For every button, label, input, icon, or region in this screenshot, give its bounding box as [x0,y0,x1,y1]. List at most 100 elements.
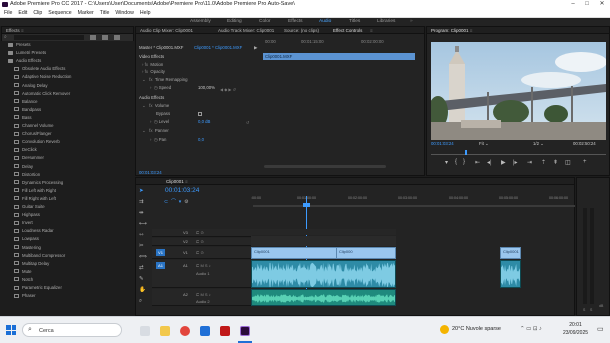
v1-source-patch[interactable]: V1 [156,249,165,256]
add-marker-icon[interactable]: ▾ [179,199,182,205]
search-icon[interactable]: ⌕ [4,35,12,40]
hand-tool-icon[interactable]: ✋ [139,287,146,293]
effects-item[interactable]: Bandpass [1,106,132,113]
accelerated-effects-icon[interactable] [90,35,96,40]
ec-clip-link[interactable]: Clip0001 * Clip0001.MXF [194,45,242,51]
add-button-icon[interactable]: + [583,159,587,165]
play-button[interactable]: ▶ [501,159,506,166]
effects-item[interactable]: Multiband Compressor [1,252,132,259]
meter-solo-right[interactable]: S [590,308,592,312]
snap-icon[interactable]: ⊂ [164,199,168,205]
program-zoom-fit[interactable]: Fit ⌄ [479,141,489,147]
track-header-a1[interactable]: A1 A1 ⊏ M S ♪ Audio 1 [152,260,252,288]
a2-audio-clip[interactable] [251,289,396,306]
extract-icon[interactable]: ⇞ [553,159,558,166]
ec-play-icon[interactable]: ▶ [254,45,257,51]
ec-clip-bar[interactable]: Clip0001.MXF [263,53,415,60]
ec-pan-value[interactable]: 0,0 [198,137,204,143]
selection-tool-icon[interactable]: ➤ [139,188,144,194]
workspace-libraries[interactable]: Libraries [377,18,395,26]
yuv-effects-icon[interactable] [114,35,120,40]
effects-item[interactable]: DeHummer [1,154,132,161]
effects-item[interactable]: Channel Volume [1,122,132,129]
track-select-tool-icon[interactable]: ⇉ [139,199,144,205]
effects-item[interactable]: Notch [1,276,132,283]
tab-program-monitor[interactable]: Program: Clip0001 ≡ [427,27,609,34]
ec-panner-row[interactable]: ⌄ fx Panner [142,128,169,134]
menu-marker[interactable]: Marker [78,9,94,18]
taskbar-search-box[interactable]: ⌕ Cerca [22,323,122,337]
notification-icon[interactable]: ▭ [597,325,604,333]
effects-item[interactable]: Guitar Suite [1,203,132,210]
zoom-tool-icon[interactable]: ⌕ [139,298,142,305]
effects-item[interactable]: Convolution Reverb [1,138,132,145]
effects-item[interactable]: Multitap Delay [1,260,132,267]
menu-help[interactable]: Help [140,9,151,18]
ec-speed-value[interactable]: 100,00% [198,85,215,91]
timeline-playhead-handle[interactable] [303,203,310,207]
ec-timecode[interactable]: 00:01:03:24 [139,170,162,176]
ec-bypass-checkbox[interactable] [198,112,202,116]
32bit-effects-icon[interactable] [102,35,108,40]
a2-mute-solo-icons[interactable]: ⊏ M S ♪ [196,292,211,297]
effects-item[interactable]: Bass [1,114,132,121]
edge-icon[interactable] [200,326,210,336]
workspace-effects[interactable]: Effects [288,18,303,26]
workspace-titles[interactable]: Titles [349,18,360,26]
a1-source-patch[interactable]: A1 [156,262,165,269]
ec-time-remap-row[interactable]: ⌄ fx Time Remapping [142,77,187,83]
effects-item[interactable]: Mute [1,268,132,275]
razor-tool-icon[interactable]: ✂ [139,243,144,249]
slip-tool-icon[interactable]: ⟺ [139,254,147,260]
step-back-icon[interactable]: ◂| [487,159,492,166]
ec-volume-row[interactable]: ⌄ fx Volume [142,103,169,109]
program-monitor-video-frame[interactable] [431,42,606,140]
track-header-a2[interactable]: A2 ⊏ M S ♪ Audio 2 [152,289,252,306]
effects-item[interactable]: Distortion [1,171,132,178]
meter-solo-left[interactable]: S [583,308,585,312]
a1-mute-solo-icons[interactable]: ⊏ M S ♪ [196,263,211,268]
effects-item[interactable]: Invert [1,219,132,226]
program-playhead[interactable] [465,150,467,155]
tab-timeline[interactable]: Clip0001 ≡ [136,178,574,185]
workspace-assembly[interactable]: Assembly [190,18,211,26]
chrome-icon[interactable] [180,326,190,336]
effects-item[interactable]: Phaser [1,292,132,299]
linked-selection-icon[interactable]: ⌒ [171,199,176,205]
effects-item[interactable]: Dynamics Processing [1,179,132,186]
tab-audio-clip-mixer[interactable]: Audio Clip Mixer: Clip0001 [140,27,193,34]
go-to-out-icon[interactable]: ⇥ [527,159,532,166]
acrobat-icon[interactable] [220,326,230,336]
timeline-settings-icon[interactable]: ⚙ [184,199,188,205]
ripple-edit-tool-icon[interactable]: ⇹ [139,210,144,216]
go-to-in-icon[interactable]: ⇤ [475,159,480,166]
ec-master-clip[interactable]: Master * Clip0001.MXF [139,45,183,51]
program-timecode[interactable]: 00:01:03:24 [431,141,454,147]
weather-icon[interactable] [440,325,449,334]
track-header-v3[interactable]: V3 ⊏ ⊙ [152,229,252,237]
effects-folder[interactable]: Lumetri Presets [1,49,132,56]
effects-folder[interactable]: Presets [1,41,132,48]
workspace-audio[interactable]: Audio [319,18,331,26]
track-header-v2[interactable]: V2 ⊏ ⊙ [152,238,252,246]
ec-zoom-scrollbar[interactable] [264,165,386,168]
tab-effects[interactable]: Effects ≡ [2,27,133,34]
a1-audio-clip-a[interactable] [251,260,396,288]
ec-keyframe-nav-icon[interactable]: ◀ ◆ ▶ ↺ [220,87,236,92]
v2-toggle-icons[interactable]: ⊏ ⊙ [196,239,204,244]
rolling-edit-tool-icon[interactable]: ⟷ [139,221,147,227]
workspace-more-icon[interactable]: » [410,18,413,26]
effects-search-input[interactable] [14,35,84,40]
task-view-icon[interactable] [140,326,150,336]
effects-item[interactable]: Parametric Equalizer [1,284,132,291]
effects-item[interactable]: Mastering [1,244,132,251]
pen-tool-icon[interactable]: ✎ [139,276,144,282]
effects-item[interactable]: Loudness Radar [1,227,132,234]
menu-sequence[interactable]: Sequence [48,9,71,18]
effects-item[interactable]: Fill Right with Left [1,195,132,202]
timeline-timecode[interactable]: 00:01:03:24 [165,187,199,195]
ec-level-reset-icon[interactable]: ↺ [246,120,249,125]
track-header-v1[interactable]: V1 V1 ⊏ ⊙ [152,247,252,259]
effects-item[interactable]: Obsolete Audio Effects [1,65,132,72]
menu-edit[interactable]: Edit [18,9,27,18]
